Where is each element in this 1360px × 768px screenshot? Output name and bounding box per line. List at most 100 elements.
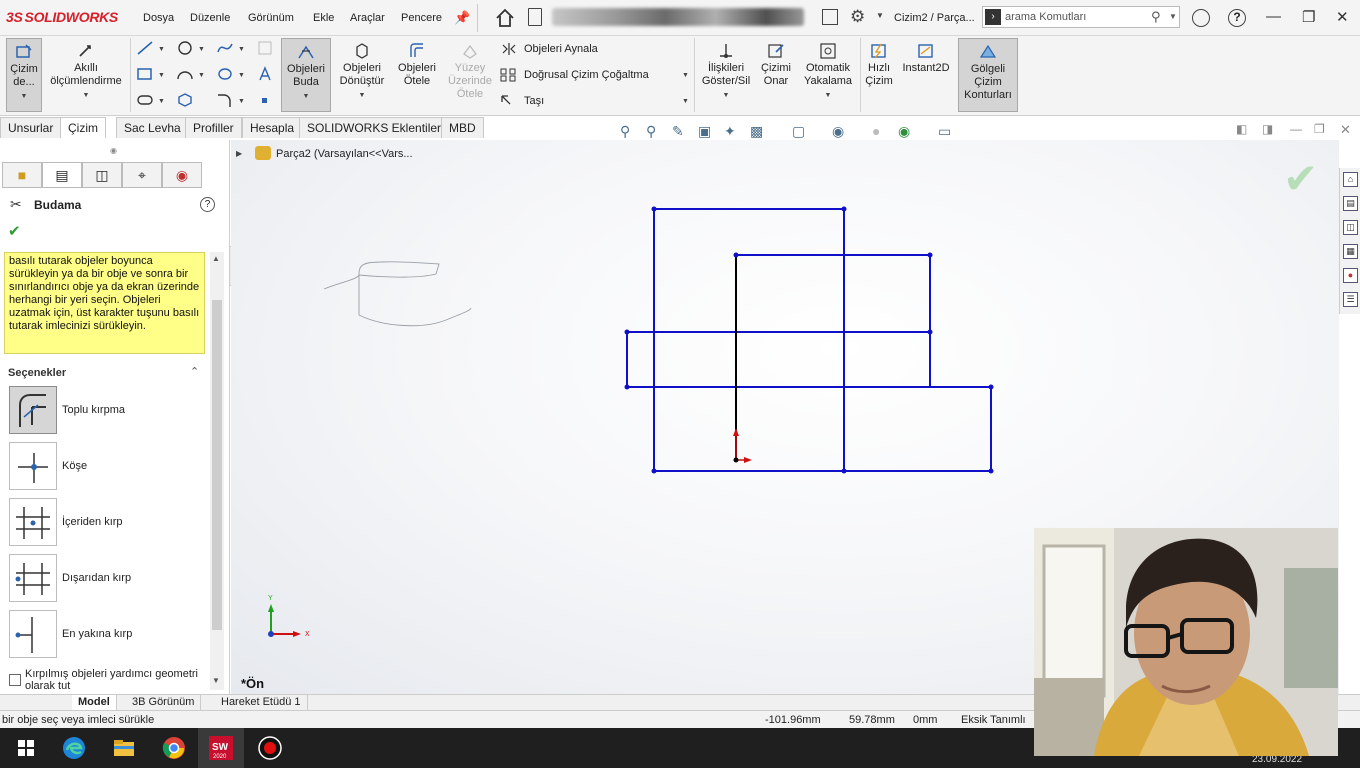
maximize-button[interactable]: ❐ bbox=[1302, 8, 1315, 26]
tab-mbd[interactable]: MBD bbox=[441, 117, 484, 138]
text-icon[interactable] bbox=[256, 66, 274, 82]
chevron-down-icon[interactable]: ▼ bbox=[83, 92, 90, 99]
option-label[interactable]: Toplu kırpma bbox=[62, 404, 125, 416]
view-palette-icon[interactable]: ▦ bbox=[1343, 244, 1358, 259]
display-delete-relations-button[interactable]: İlişkileri Göster/Sil ▼ bbox=[698, 38, 754, 112]
menu-duzenle[interactable]: Düzenle bbox=[190, 12, 230, 24]
chevron-down-icon[interactable]: ▼ bbox=[825, 92, 832, 99]
text-box-icon[interactable] bbox=[256, 40, 274, 56]
home-icon[interactable] bbox=[494, 7, 516, 29]
menu-araclar[interactable]: Araçlar bbox=[350, 12, 385, 24]
file-explorer-icon[interactable]: ◫ bbox=[1343, 220, 1358, 235]
feature-manager-tab[interactable]: ■ bbox=[2, 162, 42, 188]
instant2d-button[interactable]: Instant2D bbox=[898, 38, 954, 112]
slot-icon[interactable] bbox=[136, 92, 154, 108]
solidworks-logo[interactable]: 3S SOLIDWORKS bbox=[6, 9, 118, 25]
search-input[interactable]: arama Komutları bbox=[1005, 11, 1086, 23]
checkbox-label[interactable]: Kırpılmış objeleri yardımcı geometri ola… bbox=[25, 668, 205, 690]
zoom-to-fit-icon[interactable]: ⚲ bbox=[620, 123, 638, 141]
option-label[interactable]: Köşe bbox=[62, 460, 87, 472]
sketch-rectangle-middle[interactable] bbox=[626, 331, 931, 388]
sketch-rectangle-top[interactable] bbox=[653, 208, 845, 472]
view-orientation-icon[interactable]: ▩ bbox=[750, 123, 768, 141]
search-box[interactable]: › arama Komutları ⚲ ▼ bbox=[982, 6, 1180, 28]
section-view-icon[interactable]: ▣ bbox=[698, 123, 716, 141]
solidworks-resources-icon[interactable]: ⌂ bbox=[1343, 172, 1358, 187]
custom-properties-icon[interactable]: ☰ bbox=[1343, 292, 1358, 307]
previous-view-icon[interactable]: ✎ bbox=[672, 123, 690, 141]
property-manager-tab[interactable]: ▤ bbox=[42, 162, 82, 188]
design-library-icon[interactable]: ▤ bbox=[1343, 196, 1358, 211]
fillet-icon[interactable] bbox=[216, 92, 234, 108]
pin-icon[interactable]: 📌 bbox=[454, 10, 470, 26]
close-button[interactable]: ✕ bbox=[1336, 8, 1349, 26]
chevron-down-icon[interactable]: ▼ bbox=[158, 72, 165, 79]
restore-document-button[interactable]: ❐ bbox=[1314, 122, 1325, 136]
keep-construction-checkbox[interactable] bbox=[9, 674, 21, 686]
chevron-down-icon[interactable]: ▼ bbox=[198, 72, 205, 79]
chevron-down-icon[interactable]: ▼ bbox=[682, 72, 689, 79]
dynamic-annotation-icon[interactable]: ✦ bbox=[724, 123, 742, 141]
option-trim-away-inside[interactable] bbox=[9, 498, 57, 546]
display-manager-tab[interactable]: ◉ bbox=[162, 162, 202, 188]
option-label[interactable]: En yakına kırp bbox=[62, 628, 132, 640]
user-icon[interactable] bbox=[1192, 9, 1210, 27]
quick-snaps-button[interactable]: Otomatik Yakalama ▼ bbox=[800, 38, 856, 112]
option-label[interactable]: İçeriden kırp bbox=[62, 516, 123, 528]
tile-right-icon[interactable]: ◨ bbox=[1262, 122, 1273, 136]
sketch-rectangle-right-upper[interactable] bbox=[735, 254, 931, 333]
ok-button[interactable]: ✔ bbox=[8, 222, 21, 240]
chevron-up-icon[interactable]: ⌃ bbox=[190, 365, 199, 378]
chevron-down-icon[interactable]: ▼ bbox=[21, 93, 28, 100]
chevron-down-icon[interactable]: ▼ bbox=[158, 46, 165, 53]
tab-unsurlar[interactable]: Unsurlar bbox=[0, 117, 62, 138]
sketch-origin[interactable] bbox=[733, 428, 752, 463]
gear-icon[interactable]: ⚙ bbox=[850, 7, 865, 27]
new-document-icon[interactable] bbox=[528, 8, 542, 26]
rectangle-icon[interactable] bbox=[136, 66, 154, 82]
windows-start-icon[interactable] bbox=[12, 734, 40, 762]
hide-show-items-icon[interactable]: ◉ bbox=[832, 123, 850, 141]
chevron-down-icon[interactable]: ▼ bbox=[682, 98, 689, 105]
options-list-icon[interactable] bbox=[822, 9, 838, 25]
minimize-button[interactable]: — bbox=[1266, 8, 1281, 25]
search-icon[interactable]: ⚲ bbox=[1151, 9, 1161, 25]
option-corner[interactable] bbox=[9, 442, 57, 490]
trim-entities-button[interactable]: Objeleri Buda ▼ bbox=[281, 38, 331, 112]
chevron-down-icon[interactable]: ▼ bbox=[158, 98, 165, 105]
convert-entities-button[interactable]: Objeleri Dönüştür ▼ bbox=[334, 38, 390, 112]
close-document-button[interactable]: ✕ bbox=[1340, 122, 1351, 138]
option-trim-away-outside[interactable] bbox=[9, 554, 57, 602]
option-power-trim[interactable] bbox=[9, 386, 57, 434]
screen-recorder-icon[interactable] bbox=[256, 734, 284, 762]
chevron-down-icon[interactable]: ▼ bbox=[1169, 12, 1177, 21]
tab-motion-study[interactable]: Hareket Etüdü 1 bbox=[215, 695, 308, 711]
chevron-down-icon[interactable]: ▼ bbox=[198, 46, 205, 53]
chevron-down-icon[interactable]: ▼ bbox=[238, 46, 245, 53]
appearances-icon[interactable]: ● bbox=[1343, 268, 1358, 283]
chrome-icon[interactable] bbox=[160, 734, 188, 762]
sketch-button[interactable]: Çizim de... ▼ bbox=[6, 38, 42, 112]
tile-left-icon[interactable]: ◧ bbox=[1236, 122, 1247, 136]
linear-pattern-button[interactable]: Doğrusal Çizim Çoğaltma bbox=[500, 68, 649, 82]
menu-dosya[interactable]: Dosya bbox=[143, 12, 174, 24]
tab-3d-view[interactable]: 3B Görünüm bbox=[126, 695, 202, 711]
view-settings-icon[interactable]: ▭ bbox=[938, 123, 956, 141]
offset-on-surface-button[interactable]: Yüzey Üzerinde Ötele bbox=[444, 38, 496, 112]
point-icon[interactable] bbox=[256, 92, 274, 108]
tab-cizim[interactable]: Çizim bbox=[60, 117, 106, 138]
sketch-rectangle-bottom[interactable] bbox=[653, 386, 992, 472]
configuration-manager-tab[interactable]: ◫ bbox=[82, 162, 122, 188]
menu-ekle[interactable]: Ekle bbox=[313, 12, 334, 24]
smart-dimension-button[interactable]: Akıllı ölçümlendirme ▼ bbox=[46, 38, 126, 112]
repair-sketch-button[interactable]: Çizimi Onar bbox=[756, 38, 796, 112]
help-icon[interactable]: ? bbox=[200, 197, 215, 212]
tab-sac-levha[interactable]: Sac Levha bbox=[116, 117, 189, 138]
tab-profiller[interactable]: Profiller bbox=[185, 117, 242, 138]
chevron-down-icon[interactable]: ▼ bbox=[238, 72, 245, 79]
edit-appearance-icon[interactable]: ● bbox=[872, 123, 890, 141]
file-explorer-icon[interactable] bbox=[110, 734, 138, 762]
scroll-up-icon[interactable]: ▲ bbox=[212, 254, 220, 263]
move-entities-button[interactable]: Taşı bbox=[500, 94, 544, 108]
chevron-down-icon[interactable]: ▼ bbox=[723, 92, 730, 99]
